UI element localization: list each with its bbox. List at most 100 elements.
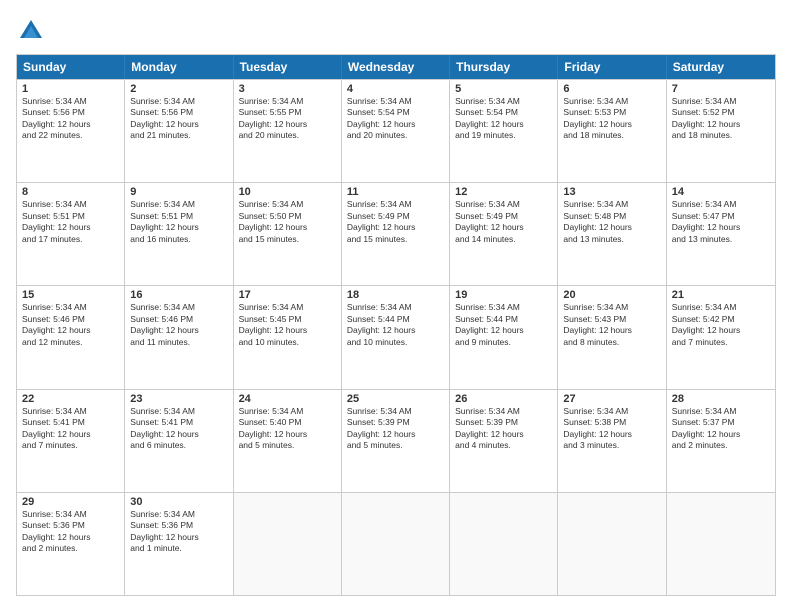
day-info: Sunrise: 5:34 AM Sunset: 5:38 PM Dayligh… <box>563 406 660 452</box>
day-info: Sunrise: 5:34 AM Sunset: 5:40 PM Dayligh… <box>239 406 336 452</box>
calendar-cell: 16Sunrise: 5:34 AM Sunset: 5:46 PM Dayli… <box>125 286 233 388</box>
calendar-row: 22Sunrise: 5:34 AM Sunset: 5:41 PM Dayli… <box>17 389 775 492</box>
day-info: Sunrise: 5:34 AM Sunset: 5:50 PM Dayligh… <box>239 199 336 245</box>
day-info: Sunrise: 5:34 AM Sunset: 5:43 PM Dayligh… <box>563 302 660 348</box>
day-number: 12 <box>455 186 552 198</box>
day-info: Sunrise: 5:34 AM Sunset: 5:56 PM Dayligh… <box>130 96 227 142</box>
calendar-cell: 3Sunrise: 5:34 AM Sunset: 5:55 PM Daylig… <box>234 80 342 182</box>
day-info: Sunrise: 5:34 AM Sunset: 5:36 PM Dayligh… <box>22 509 119 555</box>
weekday-header: Monday <box>125 55 233 79</box>
day-number: 1 <box>22 83 119 95</box>
weekday-header: Tuesday <box>234 55 342 79</box>
weekday-header: Saturday <box>667 55 775 79</box>
day-number: 20 <box>563 289 660 301</box>
day-number: 18 <box>347 289 444 301</box>
day-number: 15 <box>22 289 119 301</box>
day-info: Sunrise: 5:34 AM Sunset: 5:44 PM Dayligh… <box>455 302 552 348</box>
calendar-cell: 15Sunrise: 5:34 AM Sunset: 5:46 PM Dayli… <box>17 286 125 388</box>
day-number: 24 <box>239 393 336 405</box>
calendar-cell: 17Sunrise: 5:34 AM Sunset: 5:45 PM Dayli… <box>234 286 342 388</box>
page: SundayMondayTuesdayWednesdayThursdayFrid… <box>0 0 792 612</box>
day-info: Sunrise: 5:34 AM Sunset: 5:42 PM Dayligh… <box>672 302 770 348</box>
day-info: Sunrise: 5:34 AM Sunset: 5:45 PM Dayligh… <box>239 302 336 348</box>
day-info: Sunrise: 5:34 AM Sunset: 5:41 PM Dayligh… <box>22 406 119 452</box>
day-number: 4 <box>347 83 444 95</box>
calendar-cell: 25Sunrise: 5:34 AM Sunset: 5:39 PM Dayli… <box>342 390 450 492</box>
day-number: 30 <box>130 496 227 508</box>
calendar-cell: 21Sunrise: 5:34 AM Sunset: 5:42 PM Dayli… <box>667 286 775 388</box>
calendar-cell: 13Sunrise: 5:34 AM Sunset: 5:48 PM Dayli… <box>558 183 666 285</box>
day-number: 11 <box>347 186 444 198</box>
day-number: 7 <box>672 83 770 95</box>
calendar-header: SundayMondayTuesdayWednesdayThursdayFrid… <box>17 55 775 79</box>
calendar-cell: 19Sunrise: 5:34 AM Sunset: 5:44 PM Dayli… <box>450 286 558 388</box>
day-number: 27 <box>563 393 660 405</box>
calendar-cell <box>234 493 342 595</box>
day-info: Sunrise: 5:34 AM Sunset: 5:49 PM Dayligh… <box>455 199 552 245</box>
calendar-cell: 23Sunrise: 5:34 AM Sunset: 5:41 PM Dayli… <box>125 390 233 492</box>
header <box>16 16 776 46</box>
day-info: Sunrise: 5:34 AM Sunset: 5:37 PM Dayligh… <box>672 406 770 452</box>
calendar-cell <box>342 493 450 595</box>
calendar-cell <box>450 493 558 595</box>
calendar: SundayMondayTuesdayWednesdayThursdayFrid… <box>16 54 776 596</box>
day-info: Sunrise: 5:34 AM Sunset: 5:54 PM Dayligh… <box>455 96 552 142</box>
day-number: 21 <box>672 289 770 301</box>
day-number: 10 <box>239 186 336 198</box>
day-number: 29 <box>22 496 119 508</box>
weekday-header: Sunday <box>17 55 125 79</box>
day-info: Sunrise: 5:34 AM Sunset: 5:49 PM Dayligh… <box>347 199 444 245</box>
day-number: 26 <box>455 393 552 405</box>
weekday-header: Wednesday <box>342 55 450 79</box>
day-info: Sunrise: 5:34 AM Sunset: 5:52 PM Dayligh… <box>672 96 770 142</box>
day-info: Sunrise: 5:34 AM Sunset: 5:51 PM Dayligh… <box>22 199 119 245</box>
calendar-cell: 22Sunrise: 5:34 AM Sunset: 5:41 PM Dayli… <box>17 390 125 492</box>
calendar-row: 15Sunrise: 5:34 AM Sunset: 5:46 PM Dayli… <box>17 285 775 388</box>
calendar-cell: 10Sunrise: 5:34 AM Sunset: 5:50 PM Dayli… <box>234 183 342 285</box>
day-number: 2 <box>130 83 227 95</box>
day-number: 19 <box>455 289 552 301</box>
day-info: Sunrise: 5:34 AM Sunset: 5:47 PM Dayligh… <box>672 199 770 245</box>
calendar-cell: 2Sunrise: 5:34 AM Sunset: 5:56 PM Daylig… <box>125 80 233 182</box>
calendar-cell: 18Sunrise: 5:34 AM Sunset: 5:44 PM Dayli… <box>342 286 450 388</box>
calendar-cell: 8Sunrise: 5:34 AM Sunset: 5:51 PM Daylig… <box>17 183 125 285</box>
calendar-cell: 12Sunrise: 5:34 AM Sunset: 5:49 PM Dayli… <box>450 183 558 285</box>
calendar-row: 1 Sunrise: 5:34 AM Sunset: 5:56 PM Daylig… <box>17 79 775 182</box>
calendar-cell: 11Sunrise: 5:34 AM Sunset: 5:49 PM Dayli… <box>342 183 450 285</box>
day-number: 3 <box>239 83 336 95</box>
day-info: Sunrise: 5:34 AM Sunset: 5:51 PM Dayligh… <box>130 199 227 245</box>
day-info: Sunrise: 5:34 AM Sunset: 5:39 PM Dayligh… <box>347 406 444 452</box>
day-info: Sunrise: 5:34 AM Sunset: 5:46 PM Dayligh… <box>130 302 227 348</box>
calendar-cell: 24Sunrise: 5:34 AM Sunset: 5:40 PM Dayli… <box>234 390 342 492</box>
day-number: 25 <box>347 393 444 405</box>
day-number: 6 <box>563 83 660 95</box>
calendar-cell: 28Sunrise: 5:34 AM Sunset: 5:37 PM Dayli… <box>667 390 775 492</box>
day-number: 23 <box>130 393 227 405</box>
day-info: Sunrise: 5:34 AM Sunset: 5:44 PM Dayligh… <box>347 302 444 348</box>
calendar-row: 29Sunrise: 5:34 AM Sunset: 5:36 PM Dayli… <box>17 492 775 595</box>
calendar-cell: 27Sunrise: 5:34 AM Sunset: 5:38 PM Dayli… <box>558 390 666 492</box>
day-info: Sunrise: 5:34 AM Sunset: 5:53 PM Dayligh… <box>563 96 660 142</box>
day-number: 5 <box>455 83 552 95</box>
calendar-cell: 14Sunrise: 5:34 AM Sunset: 5:47 PM Dayli… <box>667 183 775 285</box>
calendar-cell: 29Sunrise: 5:34 AM Sunset: 5:36 PM Dayli… <box>17 493 125 595</box>
calendar-cell: 7Sunrise: 5:34 AM Sunset: 5:52 PM Daylig… <box>667 80 775 182</box>
calendar-cell: 30Sunrise: 5:34 AM Sunset: 5:36 PM Dayli… <box>125 493 233 595</box>
day-number: 22 <box>22 393 119 405</box>
calendar-row: 8Sunrise: 5:34 AM Sunset: 5:51 PM Daylig… <box>17 182 775 285</box>
calendar-body: 1 Sunrise: 5:34 AM Sunset: 5:56 PM Daylig… <box>17 79 775 595</box>
weekday-header: Friday <box>558 55 666 79</box>
logo <box>16 16 50 46</box>
day-number: 16 <box>130 289 227 301</box>
day-number: 14 <box>672 186 770 198</box>
calendar-cell <box>667 493 775 595</box>
calendar-cell <box>558 493 666 595</box>
day-info: Sunrise: 5:34 AM Sunset: 5:54 PM Dayligh… <box>347 96 444 142</box>
day-info: Sunrise: 5:34 AM Sunset: 5:55 PM Dayligh… <box>239 96 336 142</box>
day-info: Sunrise: 5:34 AM Sunset: 5:41 PM Dayligh… <box>130 406 227 452</box>
calendar-cell: 20Sunrise: 5:34 AM Sunset: 5:43 PM Dayli… <box>558 286 666 388</box>
calendar-cell: 4Sunrise: 5:34 AM Sunset: 5:54 PM Daylig… <box>342 80 450 182</box>
day-info: Sunrise: 5:34 AM Sunset: 5:48 PM Dayligh… <box>563 199 660 245</box>
day-number: 17 <box>239 289 336 301</box>
day-info: Sunrise: 5:34 AM Sunset: 5:46 PM Dayligh… <box>22 302 119 348</box>
